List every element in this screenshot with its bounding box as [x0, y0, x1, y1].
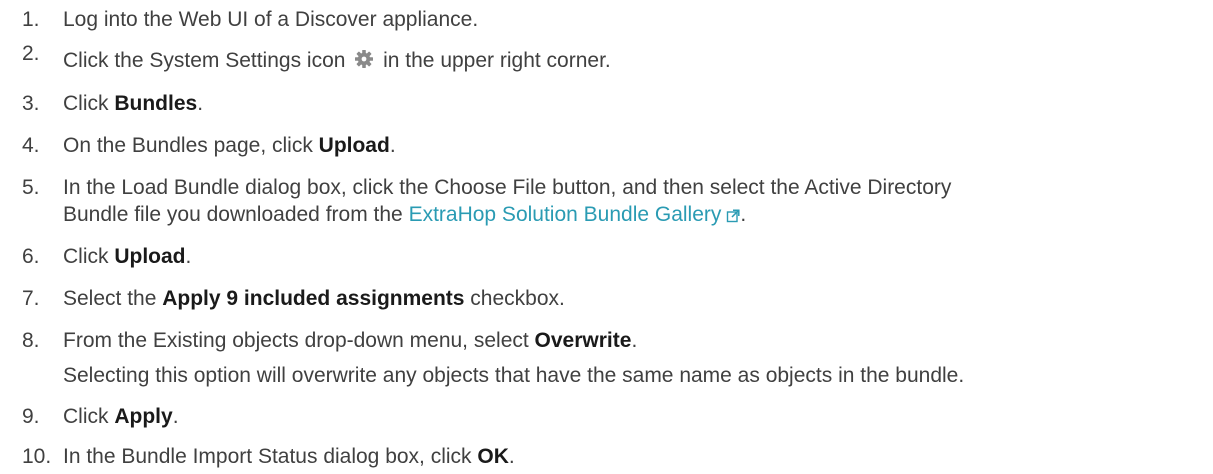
external-link-icon: [726, 200, 740, 234]
ui-term: Bundles: [114, 92, 198, 115]
step-text: Click the System Settings icon in the up…: [63, 44, 1203, 80]
step-text-before: Bundle file you downloaded from the: [63, 203, 409, 226]
step-note: Selecting this option will overwrite any…: [63, 364, 965, 387]
step-text: From the Existing objects drop-down menu…: [63, 324, 1203, 358]
step-text-after: .: [172, 405, 179, 428]
step-text: Click Upload.: [63, 240, 1203, 274]
step-text: Select the Apply 9 included assignments …: [63, 282, 1203, 316]
step-text-after: in the upper right corner.: [377, 49, 611, 72]
ui-term: OK: [477, 445, 509, 468]
step-text: Click Apply.: [63, 400, 1203, 434]
ui-term: Overwrite: [534, 329, 632, 352]
ui-term: Upload: [114, 245, 186, 268]
gear-icon: [354, 46, 374, 80]
step-text-after: .: [508, 445, 515, 468]
step-text: Log into the Web UI of a Discover applia…: [63, 8, 479, 31]
step-text: Click Bundles.: [63, 87, 1203, 121]
step-text-after: .: [389, 134, 396, 157]
step-text-before: Click: [63, 92, 115, 115]
ui-term: Apply: [114, 405, 173, 428]
step-text-after: .: [197, 92, 204, 115]
ui-term: Apply 9 included assignments: [162, 287, 465, 310]
step-text-before: On the Bundles page, click: [63, 134, 319, 157]
step-text-before: Select the: [63, 287, 163, 310]
link-text: ExtraHop Solution Bundle Gallery: [408, 203, 722, 226]
ui-term: Upload: [318, 134, 390, 157]
step-text-before: In the Bundle Import Status dialog box, …: [63, 445, 478, 468]
step-text: On the Bundles page, click Upload.: [63, 129, 1203, 163]
step-text-line-2: Bundle file you downloaded from the Extr…: [63, 198, 1203, 234]
bundle-gallery-link[interactable]: ExtraHop Solution Bundle Gallery: [409, 203, 741, 226]
step-text-after: .: [631, 329, 638, 352]
step-text-after: .: [185, 245, 192, 268]
step-text-before: Click the System Settings icon: [63, 49, 352, 72]
step-text-before: From the Existing objects drop-down menu…: [63, 329, 535, 352]
step-text-before: Click: [63, 245, 115, 268]
step-text: In the Bundle Import Status dialog box, …: [63, 440, 1203, 474]
step-text-after: .: [740, 203, 747, 226]
step-text-after: checkbox.: [464, 287, 565, 310]
step-text-before: Click: [63, 405, 115, 428]
